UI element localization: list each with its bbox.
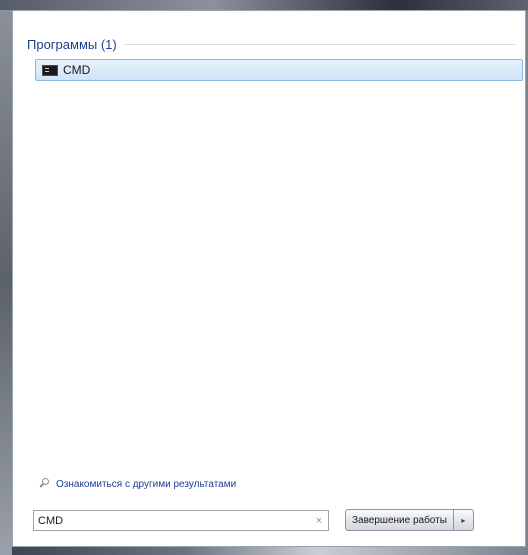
see-more-results-link[interactable]: Ознакомиться с другими результатами	[39, 475, 236, 493]
search-box[interactable]: ×	[33, 510, 329, 531]
start-menu-search-panel: Программы (1) CMD Ознакомиться с другими…	[12, 10, 526, 547]
start-menu-bottom-bar: × Завершение работы ▸	[13, 498, 525, 546]
search-icon	[39, 477, 51, 491]
background-window-strip	[0, 0, 528, 10]
background-window-edge	[0, 10, 12, 555]
shutdown-button[interactable]: Завершение работы	[345, 509, 454, 531]
result-item-label: CMD	[63, 63, 91, 77]
shutdown-control: Завершение работы ▸	[345, 509, 474, 531]
cmd-icon	[42, 64, 58, 76]
group-divider	[124, 43, 515, 45]
result-item-cmd[interactable]: CMD	[35, 59, 523, 81]
search-input[interactable]	[34, 511, 310, 530]
programs-group-header: Программы (1)	[27, 35, 515, 53]
shutdown-options-arrow-icon[interactable]: ▸	[453, 509, 474, 531]
desktop-background: Программы (1) CMD Ознакомиться с другими…	[0, 0, 528, 555]
see-more-results-label[interactable]: Ознакомиться с другими результатами	[56, 479, 236, 490]
programs-group-title: Программы (1)	[27, 36, 117, 52]
clear-search-icon[interactable]: ×	[310, 515, 328, 527]
